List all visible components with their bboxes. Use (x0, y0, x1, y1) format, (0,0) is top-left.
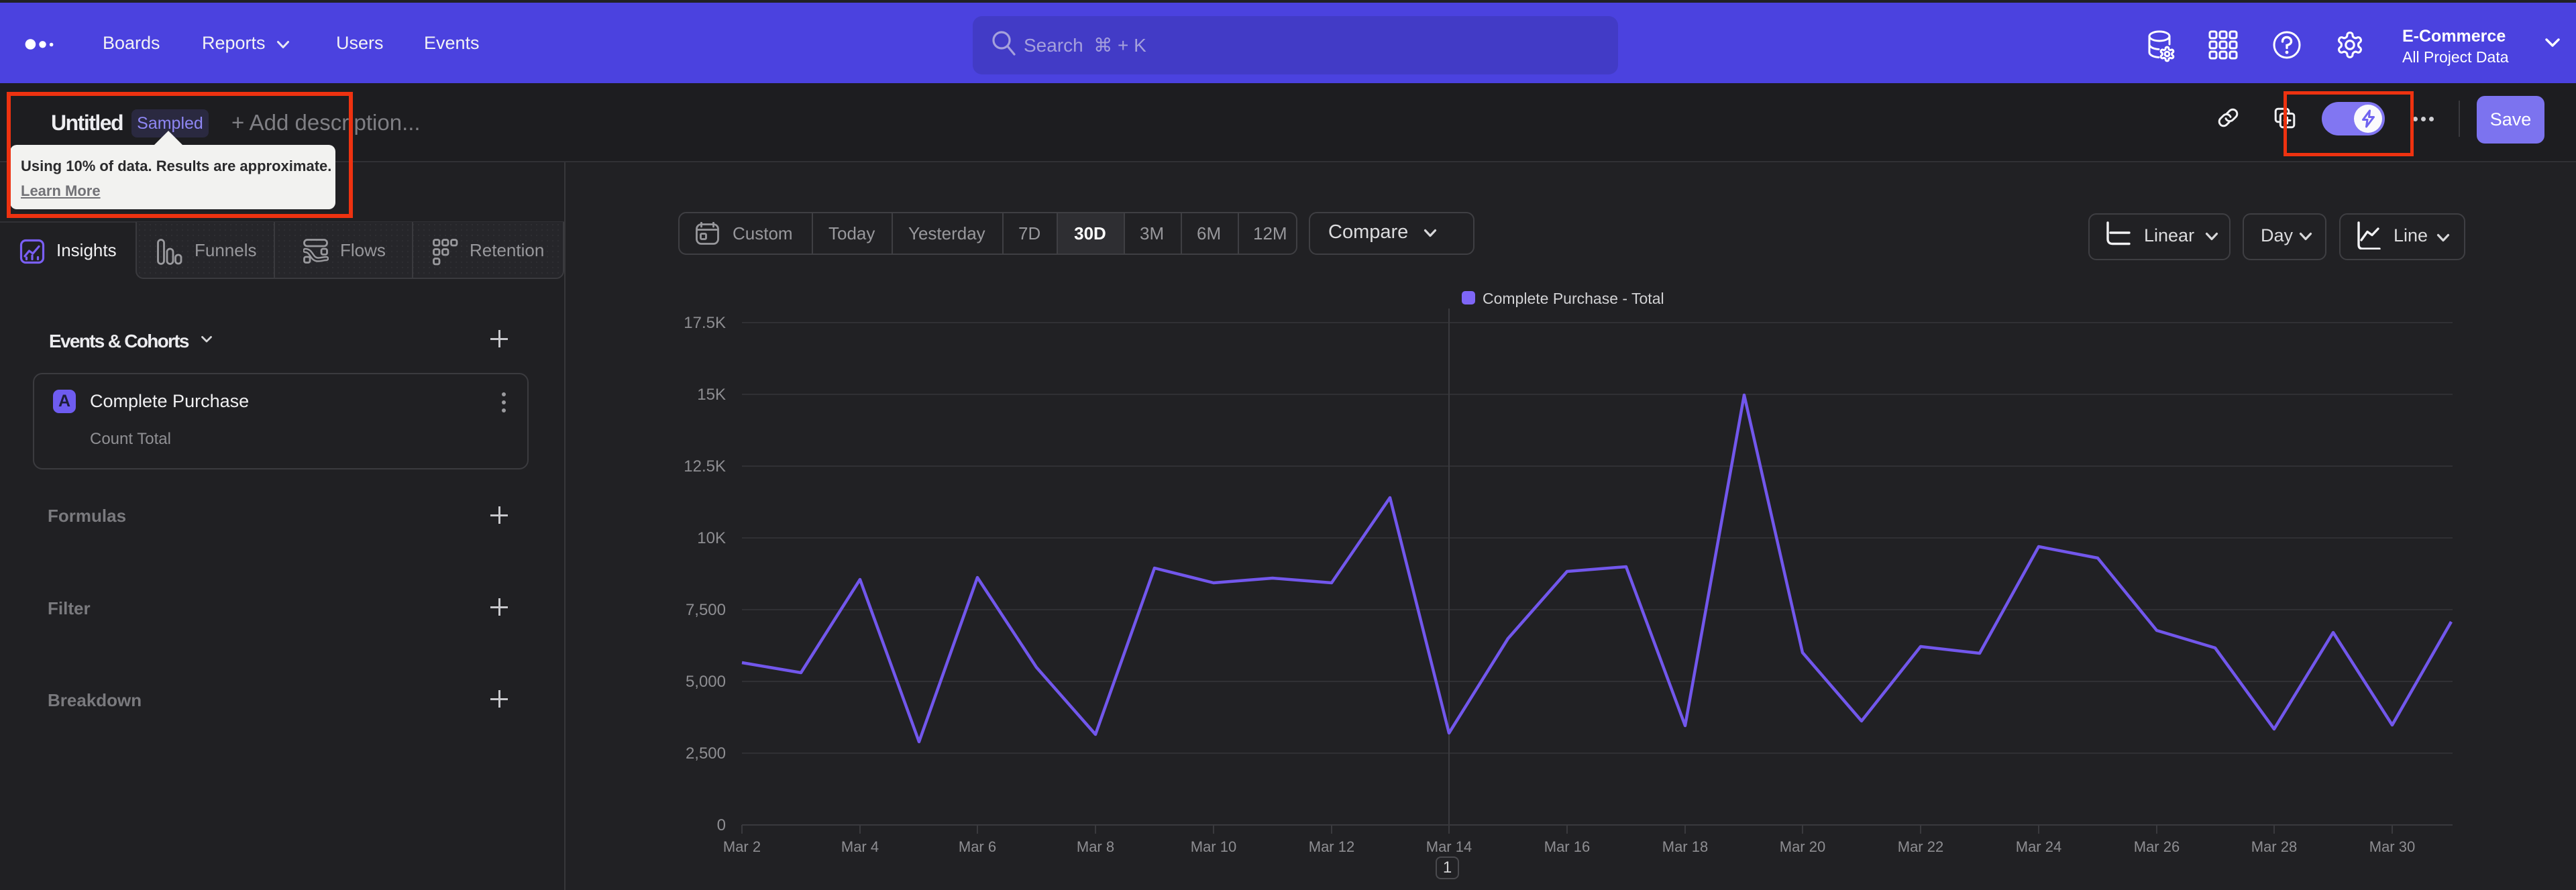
svg-text:Mar 26: Mar 26 (2134, 838, 2180, 855)
svg-text:Mar 8: Mar 8 (1077, 838, 1114, 855)
svg-text:10K: 10K (697, 529, 726, 547)
svg-text:Mar 22: Mar 22 (1898, 838, 1943, 855)
svg-text:Mar 6: Mar 6 (959, 838, 996, 855)
svg-text:Mar 20: Mar 20 (1780, 838, 1825, 855)
svg-text:0: 0 (717, 816, 726, 834)
svg-text:Mar 12: Mar 12 (1309, 838, 1354, 855)
svg-text:15K: 15K (697, 386, 726, 404)
svg-text:2,500: 2,500 (686, 744, 726, 763)
svg-text:5,000: 5,000 (686, 673, 726, 691)
svg-text:Mar 18: Mar 18 (1662, 838, 1708, 855)
svg-text:Mar 30: Mar 30 (2369, 838, 2415, 855)
svg-text:12.5K: 12.5K (684, 457, 726, 476)
svg-text:17.5K: 17.5K (684, 314, 726, 332)
svg-text:7,500: 7,500 (686, 601, 726, 619)
svg-text:Mar 2: Mar 2 (723, 838, 761, 855)
svg-text:Mar 10: Mar 10 (1191, 838, 1236, 855)
svg-text:Mar 14: Mar 14 (1426, 838, 1472, 855)
svg-text:Mar 28: Mar 28 (2251, 838, 2297, 855)
svg-text:Mar 24: Mar 24 (2016, 838, 2061, 855)
svg-text:Mar 4: Mar 4 (841, 838, 879, 855)
svg-text:Mar 16: Mar 16 (1544, 838, 1590, 855)
